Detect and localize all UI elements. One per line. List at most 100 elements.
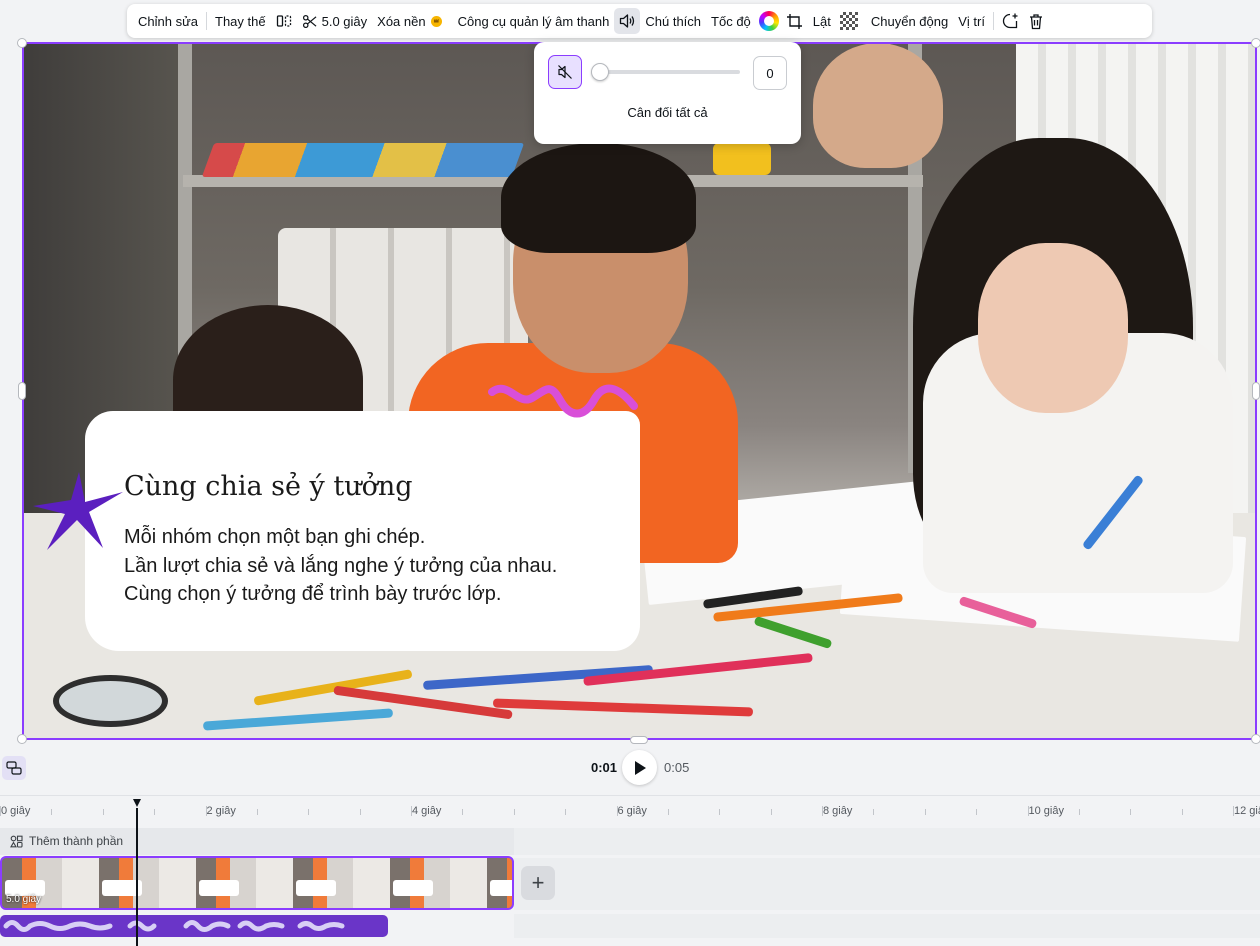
volume-slider-track[interactable] bbox=[596, 70, 740, 74]
ruler-label: 10 giây bbox=[1028, 805, 1064, 817]
ruler-tick bbox=[154, 809, 156, 815]
edit-button[interactable]: Chỉnh sửa bbox=[133, 8, 203, 34]
resize-handle-top-left[interactable] bbox=[17, 38, 27, 48]
add-elements-button[interactable]: Thêm thành phần bbox=[10, 834, 123, 848]
audio-track-empty bbox=[514, 914, 1260, 938]
split-duration-label: 5.0 giây bbox=[321, 13, 368, 29]
toy-car bbox=[713, 143, 771, 175]
crop-icon bbox=[787, 13, 803, 29]
playhead[interactable] bbox=[136, 808, 138, 946]
speed-button[interactable]: Tốc độ bbox=[706, 8, 756, 34]
toolbar-divider bbox=[206, 12, 208, 30]
resize-handle-bottom-right[interactable] bbox=[1251, 734, 1260, 744]
add-comment-button[interactable] bbox=[997, 8, 1023, 34]
card-line-1: Mỗi nhóm chọn một bạn ghi chép. bbox=[124, 526, 426, 548]
clip-thumbnail bbox=[199, 880, 239, 896]
resize-handle-bottom-left[interactable] bbox=[17, 734, 27, 744]
clip-thumbnail bbox=[393, 880, 433, 896]
ruler-tick bbox=[256, 809, 258, 815]
elements-icon bbox=[10, 835, 23, 848]
position-button[interactable]: Vị trí bbox=[953, 8, 990, 34]
volume-button[interactable] bbox=[614, 8, 641, 34]
crop-button[interactable] bbox=[782, 8, 808, 34]
ruler-tick bbox=[873, 809, 875, 815]
ruler-tick bbox=[616, 806, 618, 816]
ruler-tick bbox=[0, 806, 1, 816]
background-remover-label: Xóa nền bbox=[377, 13, 426, 29]
shelf-post bbox=[178, 43, 192, 363]
ruler-tick bbox=[770, 809, 772, 815]
ruler-tick bbox=[1181, 809, 1183, 815]
resize-handle-left[interactable] bbox=[18, 382, 26, 400]
girl-face bbox=[978, 243, 1128, 413]
video-clip[interactable]: 5.0 giây bbox=[0, 856, 514, 910]
ruler-tick bbox=[462, 809, 464, 815]
card-body[interactable]: Mỗi nhóm chọn một bạn ghi chép. Lần lượt… bbox=[124, 523, 557, 609]
ruler-tick bbox=[308, 809, 310, 815]
ruler-label: 0 giây bbox=[1, 805, 31, 817]
trash-icon bbox=[1029, 13, 1042, 29]
video-canvas[interactable]: Cùng chia sẻ ý tưởng Mỗi nhóm chọn một b… bbox=[23, 43, 1256, 739]
caption-button[interactable]: Chú thích bbox=[640, 8, 706, 34]
purple-star-decoration[interactable] bbox=[31, 468, 127, 552]
transparency-icon bbox=[839, 12, 858, 30]
resize-handle-right[interactable] bbox=[1252, 382, 1260, 400]
ruler-tick bbox=[513, 809, 515, 815]
card-title[interactable]: Cùng chia sẻ ý tưởng bbox=[124, 471, 413, 502]
ruler-tick bbox=[565, 809, 567, 815]
premium-crown-icon bbox=[430, 15, 442, 27]
resize-handle-top-right[interactable] bbox=[1251, 38, 1260, 48]
mute-button[interactable] bbox=[548, 55, 582, 89]
teddy-bear bbox=[813, 43, 943, 168]
ruler-tick bbox=[924, 809, 926, 815]
scissors-icon bbox=[302, 14, 317, 28]
ruler-tick bbox=[1027, 806, 1029, 816]
boy-hair bbox=[501, 143, 696, 253]
video-track-empty bbox=[514, 858, 1260, 910]
comment-add-icon bbox=[1002, 13, 1018, 29]
audio-manager-button[interactable]: Công cụ quản lý âm thanh bbox=[453, 8, 615, 34]
audio-waveform bbox=[3, 920, 345, 932]
ruler-tick bbox=[1130, 809, 1132, 815]
ruler-tick bbox=[976, 809, 978, 815]
ruler-label: 4 giây bbox=[412, 805, 442, 817]
current-time: 0:01 bbox=[591, 760, 618, 775]
ruler-tick bbox=[822, 806, 823, 816]
pink-squiggle-decoration[interactable] bbox=[488, 378, 638, 438]
toolbar-divider bbox=[992, 12, 994, 30]
books bbox=[201, 143, 525, 177]
delete-button[interactable] bbox=[1023, 8, 1049, 34]
color-wheel-icon bbox=[758, 11, 779, 31]
color-adjust-button[interactable] bbox=[756, 8, 782, 34]
ruler-tick bbox=[51, 809, 53, 815]
flip-split-icon[interactable] bbox=[271, 8, 297, 34]
volume-slider-thumb[interactable] bbox=[591, 63, 609, 81]
context-toolbar: Chỉnh sửa Thay thế 5.0 giây Xóa nền Công… bbox=[127, 4, 1152, 38]
add-clip-button[interactable]: + bbox=[521, 866, 555, 900]
text-card[interactable]: Cùng chia sẻ ý tưởng Mỗi nhóm chọn một b… bbox=[85, 411, 640, 651]
play-button[interactable] bbox=[622, 750, 657, 785]
card-line-3: Cùng chọn ý tưởng để trình bày trước lớp… bbox=[124, 583, 502, 605]
flip-button[interactable]: Lật bbox=[808, 8, 836, 34]
ruler-label: 12 giây bbox=[1234, 805, 1260, 817]
clip-thumbnail bbox=[296, 880, 336, 896]
replace-button[interactable]: Thay thế bbox=[210, 8, 271, 34]
background-remover-button[interactable]: Xóa nền bbox=[372, 8, 446, 34]
swap-icon bbox=[6, 761, 22, 775]
audio-clip[interactable] bbox=[0, 915, 388, 937]
split-duration-button[interactable]: 5.0 giây bbox=[297, 8, 373, 34]
motion-button[interactable]: Chuyển động bbox=[866, 8, 953, 34]
ruler-tick bbox=[102, 809, 104, 815]
magnifying-glass bbox=[53, 675, 168, 727]
ruler-tick bbox=[1233, 806, 1234, 816]
transparency-button[interactable] bbox=[836, 8, 862, 34]
volume-value-input[interactable]: 0 bbox=[753, 56, 787, 90]
add-elements-label: Thêm thành phần bbox=[29, 834, 124, 848]
play-icon bbox=[634, 760, 646, 775]
ruler-label: 6 giây bbox=[617, 805, 647, 817]
resize-handle-bottom[interactable] bbox=[630, 736, 648, 744]
ruler-tick bbox=[205, 806, 207, 816]
timeline-swap-button[interactable] bbox=[2, 756, 26, 780]
ruler-tick bbox=[359, 809, 361, 815]
balance-all-button[interactable]: Cân đối tất cả bbox=[534, 105, 801, 120]
